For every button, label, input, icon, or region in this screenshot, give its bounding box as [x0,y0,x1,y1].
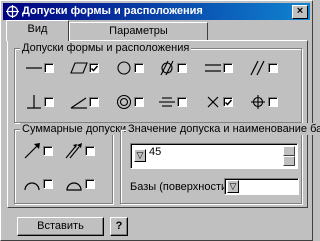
checkbox-angularity[interactable] [89,97,99,107]
title-bar: Допуски формы и расположения × [3,3,310,20]
tolerance-symbol-dropdown[interactable]: ▽ [134,149,146,162]
straightness-icon [25,60,43,76]
bases-label: Базы (поверхности) [130,181,231,193]
help-button[interactable]: ? [110,217,128,236]
cylindricity-icon [158,60,176,76]
checkbox-straightness[interactable] [44,63,54,73]
checkbox-profile-line[interactable] [43,179,53,189]
tab-view[interactable]: Вид [6,20,69,41]
parallelism-slanted-icon [249,60,267,76]
roundness-icon [115,60,133,76]
intersection-icon [204,94,222,110]
tolerance-value-text: 45 [149,146,162,158]
runout-icon [23,143,41,159]
checkbox-parallelism[interactable] [223,63,233,73]
group-value-title: Значение допуска и наименование баз [126,123,320,135]
checkbox-position[interactable] [268,97,278,107]
checkbox-intersection[interactable] [223,97,233,107]
tab-panel: Допуски формы и расположения Суммарные д… [7,40,320,208]
profile-surface-icon [65,176,83,192]
group-value: Значение допуска и наименование баз ▽ 45… [120,123,320,204]
position-icon [249,94,267,110]
symmetry-icon [158,94,176,110]
total-runout-icon [65,143,83,159]
checkbox-roundness[interactable] [134,63,144,73]
checkbox-parallelism-slanted[interactable] [268,63,278,73]
checkbox-cylindricity[interactable] [177,63,187,73]
close-button[interactable]: × [292,5,308,19]
dialog-window: Допуски формы и расположения × Вид Парам… [0,0,320,241]
tab-parameters[interactable]: Параметры [69,22,208,40]
concentricity-icon [115,94,133,110]
checkbox-symmetry[interactable] [177,97,187,107]
checkbox-perpendicularity[interactable] [44,97,54,107]
insert-button[interactable]: Вставить [17,217,104,236]
group-form-position: Допуски формы и расположения [14,42,302,123]
bases-field[interactable]: ▽ [224,178,299,195]
group-summary-title: Суммарные допуски [20,123,129,135]
checkbox-runout[interactable] [43,146,53,156]
spin-down-button[interactable] [283,156,295,166]
checkbox-profile-surface[interactable] [85,179,95,189]
checkbox-total-runout[interactable] [85,146,95,156]
window-title: Допуски формы и расположения [22,5,203,17]
app-icon [6,5,19,18]
checkbox-flatness[interactable] [89,63,99,73]
profile-line-icon [23,176,41,192]
group-summary: Суммарные допуски [14,123,129,204]
tolerance-value-field[interactable]: ▽ 45 [130,143,298,169]
group-form-position-title: Допуски формы и расположения [20,42,192,54]
spin-up-button[interactable] [283,146,295,156]
flatness-icon [70,60,88,76]
checkbox-concentricity[interactable] [134,97,144,107]
angularity-icon [70,94,88,110]
perpendicularity-icon [25,94,43,110]
parallelism-icon [204,60,222,76]
bases-symbol-dropdown[interactable]: ▽ [227,180,239,193]
